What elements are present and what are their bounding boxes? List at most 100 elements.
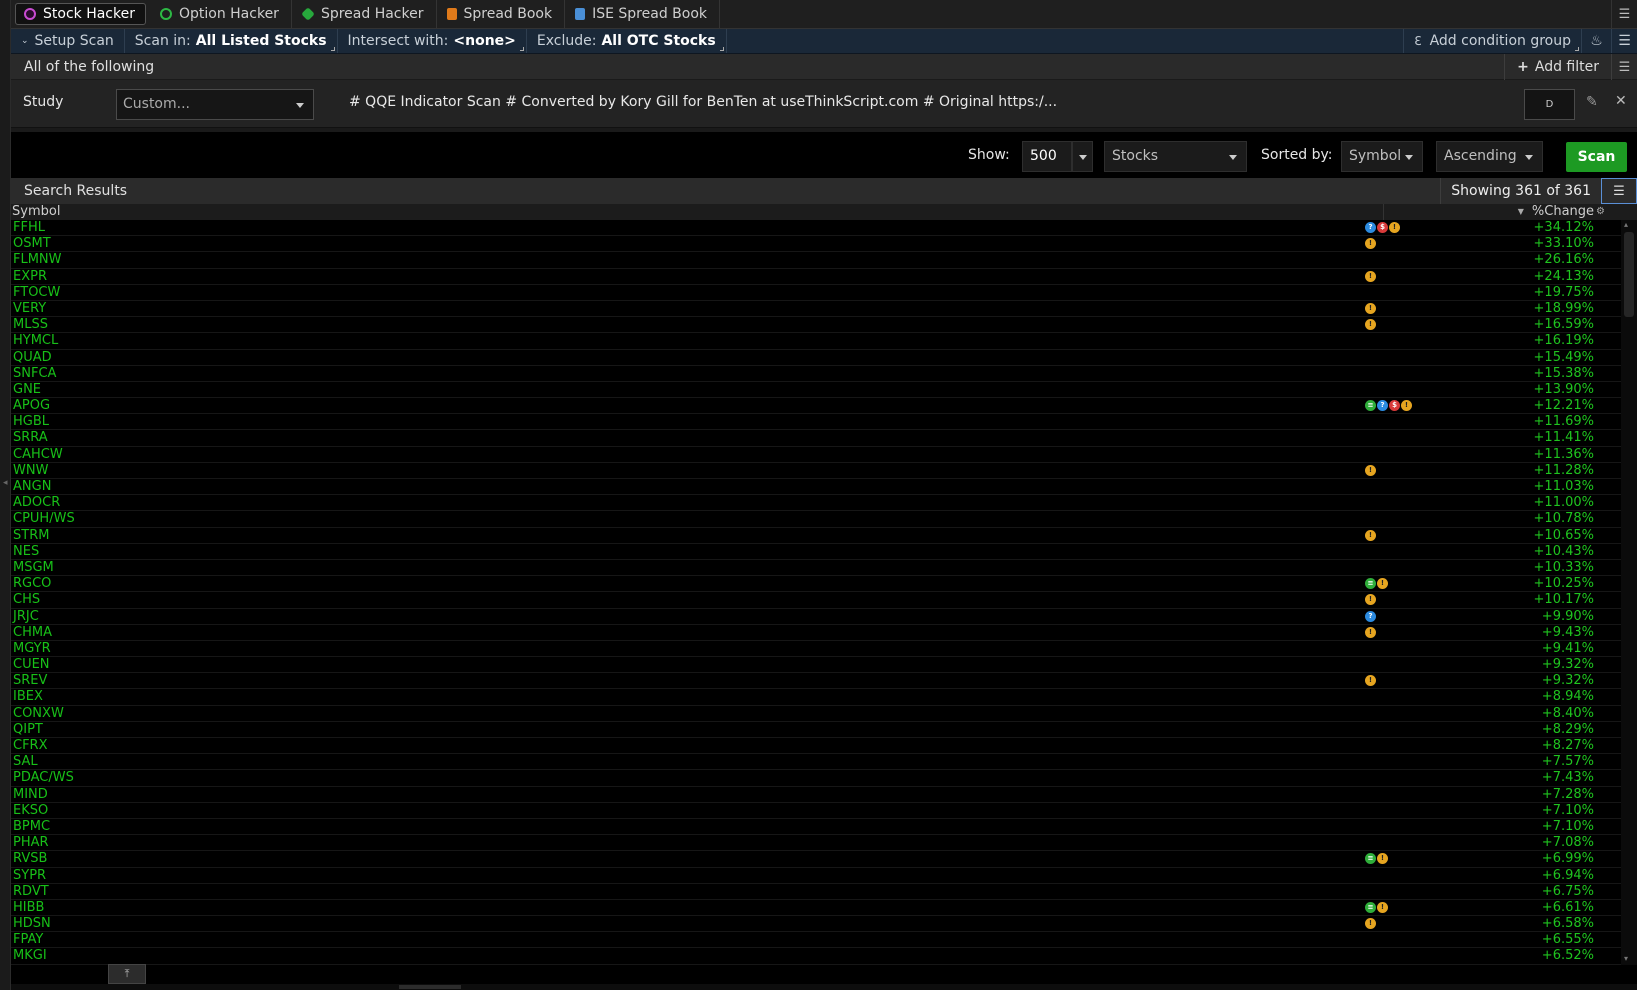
table-row[interactable]: OSMT! +33.10% — [11, 236, 1637, 253]
row-symbol[interactable]: ANGN — [13, 479, 51, 494]
table-row[interactable]: ADOCR +11.00% — [11, 495, 1637, 512]
row-symbol[interactable]: FTOCW — [13, 285, 60, 300]
tabbar-menu-icon[interactable]: ☰ — [1611, 0, 1637, 29]
table-row[interactable]: GNE +13.90% — [11, 382, 1637, 399]
row-symbol[interactable]: CAHCW — [13, 447, 63, 462]
row-symbol[interactable]: HIBB — [13, 900, 44, 915]
row-symbol[interactable]: SRRA — [13, 430, 48, 445]
row-symbol[interactable]: VERY — [13, 301, 46, 316]
study-script-text[interactable]: # QQE Indicator Scan # Converted by Kory… — [349, 94, 1057, 110]
row-symbol[interactable]: NES — [13, 544, 39, 559]
scroll-down-icon[interactable]: ▾ — [1624, 954, 1628, 963]
gear-icon[interactable]: ⚙ — [1596, 206, 1605, 217]
table-row[interactable]: FLMNW +26.16% — [11, 252, 1637, 269]
tab-spread-book[interactable]: Spread Book — [437, 0, 566, 28]
row-symbol[interactable]: MSGM — [13, 560, 54, 575]
table-row[interactable]: FPAY +6.55% — [11, 932, 1637, 949]
row-symbol[interactable]: RVSB — [13, 851, 47, 866]
table-row[interactable]: QUAD +15.49% — [11, 350, 1637, 366]
conference-call-icon[interactable]: ≡ — [1365, 853, 1376, 865]
tab-ise-spread-book[interactable]: ISE Spread Book — [565, 0, 720, 28]
table-row[interactable]: CAHCW +11.36% — [11, 447, 1637, 463]
table-row[interactable]: MLSS! +16.59% — [11, 317, 1637, 334]
close-icon[interactable]: ✕ — [1615, 93, 1627, 109]
conference-call-icon[interactable]: ≡ — [1365, 400, 1376, 412]
row-symbol[interactable]: JRJC — [13, 609, 39, 624]
table-row[interactable]: MKGI +6.52% — [11, 948, 1637, 965]
table-row[interactable]: HDSN! +6.58% — [11, 916, 1637, 933]
table-row[interactable]: MSGM +10.33% — [11, 560, 1637, 577]
column-header-symbol[interactable]: Symbol — [12, 204, 60, 219]
row-symbol[interactable]: CHS — [13, 592, 40, 607]
table-row[interactable]: FTOCW +19.75% — [11, 285, 1637, 301]
collapse-handle-icon[interactable]: ◂ — [3, 478, 8, 488]
row-symbol[interactable]: QUAD — [13, 350, 52, 365]
row-symbol[interactable]: OSMT — [13, 236, 51, 251]
row-symbol[interactable]: HDSN — [13, 916, 51, 931]
scroll-to-top-icon[interactable]: ⤒ — [108, 964, 146, 984]
earnings-icon[interactable]: ! — [1365, 529, 1376, 541]
table-row[interactable]: HGBL +11.69% — [11, 414, 1637, 431]
table-row[interactable]: NES +10.43% — [11, 544, 1637, 560]
table-row[interactable]: JRJC? +9.90% — [11, 609, 1637, 625]
scanbar-menu-icon[interactable]: ☰ — [1611, 29, 1637, 53]
row-symbol[interactable]: RDVT — [13, 884, 49, 899]
table-row[interactable]: CPUH/WS +10.78% — [11, 511, 1637, 528]
row-symbol[interactable]: RGCO — [13, 576, 51, 591]
aggregation-selector[interactable]: D — [1524, 89, 1575, 120]
row-symbol[interactable]: BPMC — [13, 819, 50, 834]
row-symbol[interactable]: CFRX — [13, 738, 48, 753]
add-condition-group-button[interactable]: ℇ Add condition group — [1403, 29, 1581, 53]
table-row[interactable]: SRRA +11.41% — [11, 430, 1637, 447]
split-icon[interactable]: ? — [1377, 400, 1388, 412]
table-row[interactable]: RDVT +6.75% — [11, 884, 1637, 900]
row-symbol[interactable]: QIPT — [13, 722, 43, 737]
table-row[interactable]: PHAR +7.08% — [11, 835, 1637, 852]
row-symbol[interactable]: GNE — [13, 382, 41, 397]
row-symbol[interactable]: HYMCL — [13, 333, 58, 348]
table-row[interactable]: WNW! +11.28% — [11, 463, 1637, 479]
row-symbol[interactable]: HGBL — [13, 414, 49, 429]
table-row[interactable]: CONXW +8.40% — [11, 706, 1637, 722]
column-header-change[interactable]: ▼ %Change ⚙ — [1518, 204, 1605, 219]
earnings-icon[interactable]: ! — [1365, 270, 1376, 282]
row-symbol[interactable]: CHMA — [13, 625, 52, 640]
vertical-scrollbar[interactable]: ▴ ▾ — [1621, 220, 1637, 965]
table-row[interactable]: MIND +7.28% — [11, 787, 1637, 803]
table-row[interactable]: CFRX +8.27% — [11, 738, 1637, 755]
intersect-selector[interactable]: Intersect with: <none> — [338, 29, 527, 53]
row-symbol[interactable]: WNW — [13, 463, 48, 478]
table-row[interactable]: VERY! +18.99% — [11, 301, 1637, 318]
row-symbol[interactable]: CONXW — [13, 706, 64, 721]
table-row[interactable]: ANGN +11.03% — [11, 479, 1637, 496]
table-row[interactable]: RGCO! ≡ +10.25% — [11, 576, 1637, 593]
table-row[interactable]: SAL +7.57% — [11, 754, 1637, 771]
row-symbol[interactable]: SREV — [13, 673, 47, 688]
row-symbol[interactable]: FLMNW — [13, 252, 62, 267]
flame-icon[interactable]: ♨ — [1581, 29, 1611, 53]
table-row[interactable]: QIPT +8.29% — [11, 722, 1637, 738]
scroll-up-icon[interactable]: ▴ — [1624, 220, 1628, 229]
split-icon[interactable]: ? — [1365, 610, 1376, 622]
sort-field-select[interactable]: Symbol — [1341, 141, 1423, 172]
scan-in-selector[interactable]: Scan in: All Listed Stocks — [125, 29, 338, 53]
earnings-icon[interactable]: ! — [1377, 853, 1388, 865]
row-symbol[interactable]: PHAR — [13, 835, 49, 850]
table-row[interactable]: FFHL! $? +34.12% — [11, 220, 1637, 237]
table-row[interactable]: BPMC +7.10% — [11, 819, 1637, 836]
tab-spread-hacker[interactable]: Spread Hacker — [292, 0, 437, 28]
earnings-icon[interactable]: ! — [1365, 319, 1376, 331]
earnings-icon[interactable]: ! — [1365, 238, 1376, 250]
scrollbar-thumb[interactable] — [1624, 232, 1634, 317]
table-row[interactable]: RVSB! ≡ +6.99% — [11, 851, 1637, 868]
row-symbol[interactable]: MIND — [13, 787, 48, 802]
earnings-icon[interactable]: ! — [1365, 675, 1376, 687]
exclude-selector[interactable]: Exclude: All OTC Stocks — [527, 29, 727, 53]
table-row[interactable]: IBEX +8.94% — [11, 689, 1637, 706]
row-symbol[interactable]: MGYR — [13, 641, 51, 656]
row-symbol[interactable]: STRM — [13, 528, 49, 543]
scan-button[interactable]: Scan — [1566, 142, 1627, 172]
show-count-dropdown[interactable] — [1072, 141, 1093, 172]
conference-call-icon[interactable]: ≡ — [1365, 578, 1376, 590]
table-row[interactable]: STRM! +10.65% — [11, 528, 1637, 544]
